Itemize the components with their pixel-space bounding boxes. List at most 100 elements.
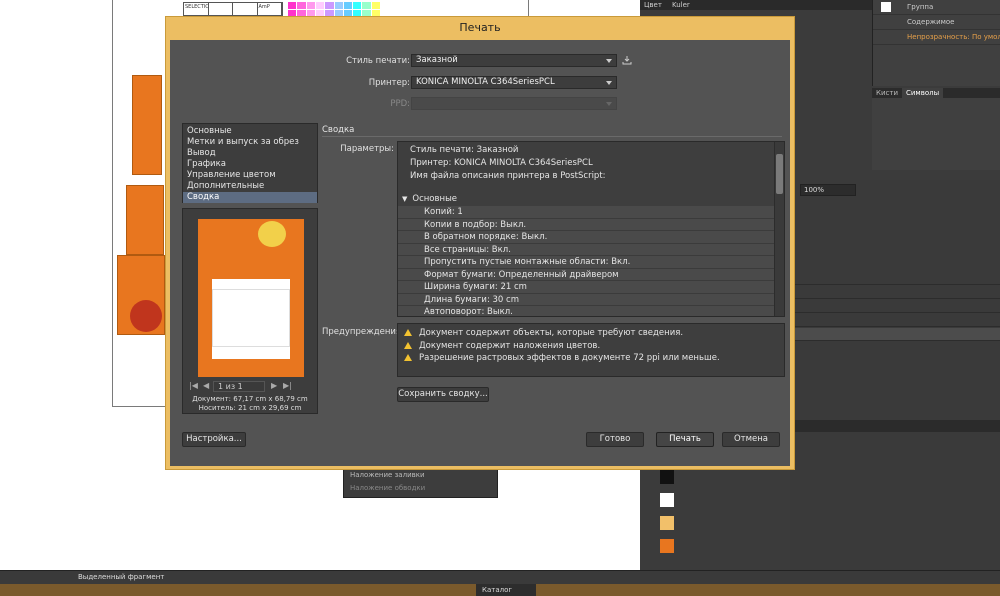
dieline-panel [126,185,164,255]
warning-text: Документ содержит наложения цветов. [419,340,601,351]
color-catalog-tab[interactable]: Каталог цветов [476,584,536,596]
print-button[interactable]: Печать [656,432,714,447]
dock-list-item[interactable] [790,272,1000,285]
color-swatch [353,2,362,9]
color-swatch [343,2,353,9]
layer-label: Группа [907,3,934,11]
layer-thumb [660,516,674,530]
cancel-button[interactable]: Отмена [722,432,780,447]
dock-list-item[interactable] [790,328,1000,341]
next-page-icon[interactable]: ▶ [271,381,277,390]
param-item: Длина бумаги: 30 cm [398,293,784,306]
param-item: Автоповорот: Выкл. [398,306,784,316]
tab-kuler[interactable]: Kuler [672,1,690,9]
params-header: Стиль печати: Заказной Принтер: KONICA M… [398,142,784,183]
param-item: Пропустить пустые монтажные области: Вкл… [398,256,784,269]
done-button[interactable]: Готово [586,432,644,447]
preview-logo [258,221,286,247]
print-style-value: Заказной [416,55,458,65]
preview-window [212,289,290,347]
layer-thumb [660,539,674,553]
category-item-summary[interactable]: Сводка [183,192,317,203]
category-item-advanced[interactable]: Дополнительные [183,181,317,192]
warning-text: Документ содержит объекты, которые требу… [419,328,684,338]
chevron-down-icon [606,59,612,63]
scrollbar-thumb[interactable] [776,154,783,194]
layer-row[interactable]: Группа [873,0,1000,15]
color-swatch [297,2,306,9]
ppd-label: PPD: [390,99,410,109]
category-item-output[interactable]: Вывод [183,148,317,159]
tab-brushes[interactable]: Кисти [872,88,902,98]
warning-text: Разрешение растровых эффектов в документ… [419,353,720,363]
params-list[interactable]: Стиль печати: Заказной Принтер: KONICA M… [397,141,785,317]
layer-thumb [660,493,674,507]
scrollbar[interactable] [774,142,784,316]
print-style-select[interactable]: Заказной [411,54,617,67]
chevron-down-icon [606,81,612,85]
prev-page-icon[interactable]: ◀ [203,381,209,390]
layers-panel: Группа Содержимое Непрозрачность: По умо… [872,0,1000,86]
dock-lower-panel [790,180,1000,580]
color-swatch [325,2,334,9]
dock-list-item[interactable] [790,314,1000,327]
category-list: Основные Метки и выпуск за обрез Вывод Г… [182,123,318,203]
param-item: Все страницы: Вкл. [398,243,784,256]
appearance-item[interactable]: Наложение заливки [344,469,497,482]
color-swatch [306,2,315,9]
tab-symbols[interactable]: Символы [902,88,944,98]
warnings-label: Предупреждения: [322,327,404,337]
artboard-edge [528,0,529,16]
param-item: Ширина бумаги: 21 cm [398,281,784,294]
media-size: Носитель: 21 cm x 29,69 cm [198,404,302,412]
warning-item: Документ содержит объекты, которые требу… [398,327,784,340]
dialog-title: Печать [459,21,501,34]
divider [322,136,782,137]
param-line: Стиль печати: Заказной [410,145,519,155]
tab-color[interactable]: Цвет [644,1,662,9]
color-swatch [288,2,297,9]
category-item-basic[interactable]: Основные [183,126,317,137]
layer-row[interactable]: Непрозрачность: По умолч [873,30,1000,45]
param-group[interactable]: ▼ Основные [398,193,784,206]
color-swatch [334,2,343,9]
printer-value: KONICA MINOLTA C364SeriesPCL [416,77,555,87]
appearance-item[interactable]: Наложение обводки [344,482,497,495]
appearance-panel: Наложение заливки Наложение обводки [343,468,498,498]
preview-artwork [198,359,304,377]
last-page-icon[interactable]: ▶| [283,381,292,390]
print-style-label: Стиль печати: [346,56,410,66]
preview-info: Документ: 67,17 cm x 68,79 cm Носитель: … [183,395,317,413]
warning-item: Документ содержит наложения цветов. [398,340,784,353]
warning-item: Разрешение растровых эффектов в документ… [398,352,784,365]
color-panel-tabs: Цвет Kuler [640,0,872,10]
setup-button[interactable]: Настройка... [182,432,246,447]
print-preview: |◀ ◀ 1 из 1 ▶ ▶| Документ: 67,17 cm x 68… [182,208,318,414]
preview-page[interactable] [198,219,304,377]
layer-swatch [881,2,891,12]
category-item-color-management[interactable]: Управление цветом [183,170,317,181]
info-cell [233,3,258,15]
category-item-graphics[interactable]: Графика [183,159,317,170]
param-line: Имя файла описания принтера в PostScript… [410,171,606,181]
printer-select[interactable]: KONICA MINOLTA C364SeriesPCL [411,76,617,89]
warnings-list: Документ содержит объекты, которые требу… [397,323,785,377]
warning-icon [404,341,412,349]
dock-header [790,420,1000,432]
save-summary-button[interactable]: Сохранить сводку... [397,387,489,402]
param-item: Формат бумаги: Определенный драйвером [398,268,784,281]
opacity-field[interactable]: 100% [800,184,856,196]
save-preset-icon[interactable] [622,55,632,65]
layer-row[interactable]: Содержимое [873,15,1000,30]
param-item: Копий: 1 [398,206,784,219]
layer-label: Содержимое [907,18,955,26]
page-counter[interactable]: 1 из 1 [213,381,265,392]
dock-list-item[interactable] [790,286,1000,299]
symbols-tabs: Кисти Символы [872,88,1000,98]
param-item: Копии в подбор: Выкл. [398,218,784,231]
dock-list-item[interactable] [790,300,1000,313]
first-page-icon[interactable]: |◀ [189,381,198,390]
category-item-marks-bleed[interactable]: Метки и выпуск за обрез [183,137,317,148]
preview-artwork [198,279,212,359]
preview-artwork [198,219,304,279]
